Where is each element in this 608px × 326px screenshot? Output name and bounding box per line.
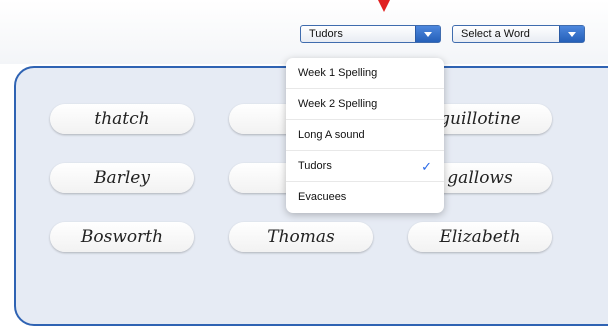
word-label: Thomas bbox=[267, 227, 335, 247]
word-card[interactable]: thatch bbox=[50, 104, 194, 134]
word-card[interactable]: Elizabeth bbox=[408, 222, 552, 252]
menu-item-label: Week 2 Spelling bbox=[298, 98, 378, 110]
menu-item-label: Tudors bbox=[298, 160, 332, 172]
word-label: gallows bbox=[447, 168, 513, 188]
checkmark-icon: ✓ bbox=[421, 159, 432, 174]
word-card[interactable]: Thomas bbox=[229, 222, 373, 252]
menu-item-week-2-spelling[interactable]: Week 2 Spelling bbox=[286, 89, 444, 120]
word-label: Bosworth bbox=[80, 227, 164, 247]
topic-dropdown-menu: Week 1 Spelling Week 2 Spelling Long A s… bbox=[286, 58, 444, 213]
topic-select[interactable]: Tudors bbox=[300, 25, 441, 43]
chevron-down-icon[interactable] bbox=[559, 26, 584, 42]
word-label: Elizabeth bbox=[439, 227, 521, 247]
chevron-down-icon[interactable] bbox=[415, 26, 440, 42]
menu-item-week-1-spelling[interactable]: Week 1 Spelling bbox=[286, 58, 444, 89]
menu-item-label: Evacuees bbox=[298, 191, 347, 203]
word-label: guillotine bbox=[439, 109, 521, 129]
menu-item-label: Week 1 Spelling bbox=[298, 67, 378, 79]
topic-select-value: Tudors bbox=[309, 28, 343, 40]
word-card[interactable]: Barley bbox=[50, 163, 194, 193]
word-label: thatch bbox=[94, 109, 150, 129]
menu-item-long-a-sound[interactable]: Long A sound bbox=[286, 120, 444, 151]
word-select[interactable]: Select a Word bbox=[452, 25, 585, 43]
menu-item-label: Long A sound bbox=[298, 129, 365, 141]
menu-item-evacuees[interactable]: Evacuees bbox=[286, 182, 444, 213]
pointer-arrow-icon bbox=[378, 0, 390, 12]
word-select-placeholder: Select a Word bbox=[461, 28, 530, 40]
word-label: Barley bbox=[94, 168, 150, 188]
menu-item-tudors[interactable]: Tudors ✓ bbox=[286, 151, 444, 182]
word-card[interactable]: Bosworth bbox=[50, 222, 194, 252]
